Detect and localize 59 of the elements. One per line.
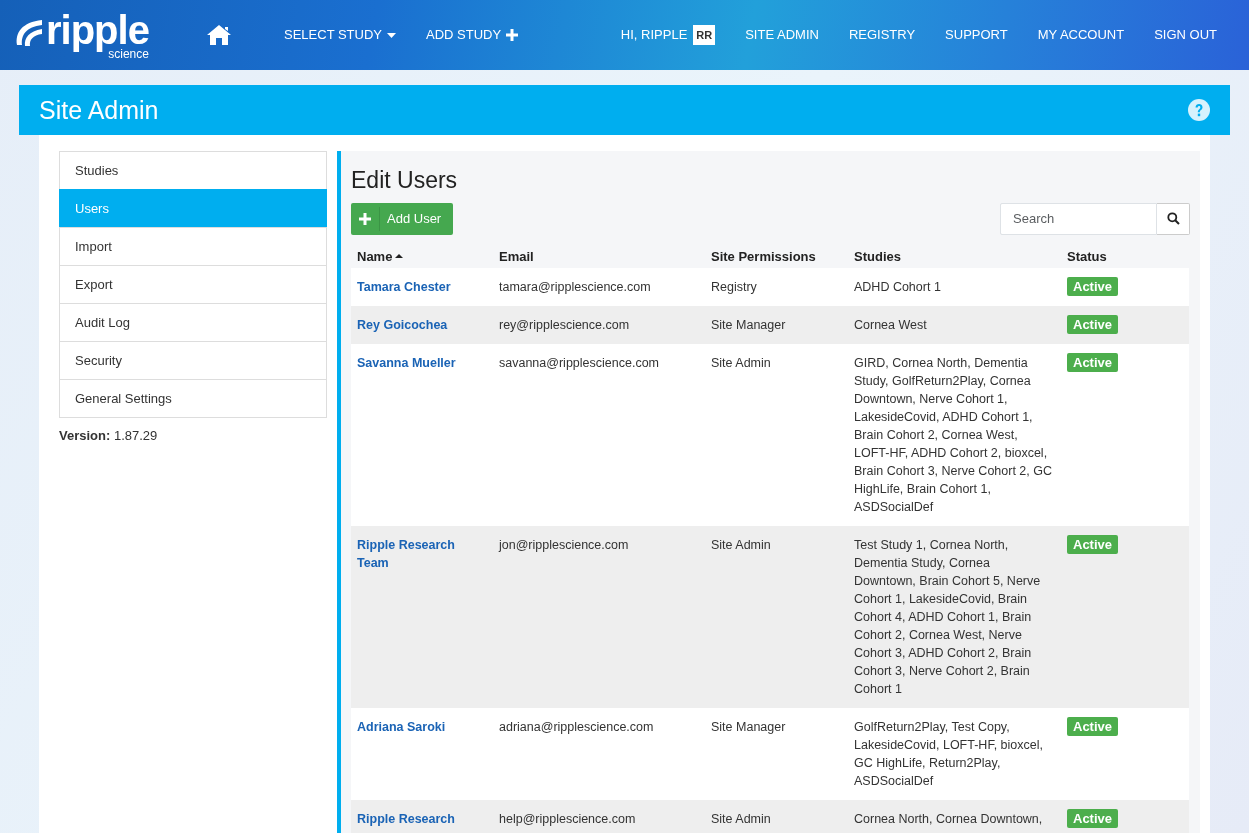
column-header: Status xyxy=(1067,247,1107,266)
email-cell: help@ripplescience.com xyxy=(499,812,636,827)
permission-cell: Registry xyxy=(711,280,757,295)
permission-cell: Site Admin xyxy=(711,356,771,371)
greeting-text: HI, RIPPLE xyxy=(620,26,688,45)
column-header: Studies xyxy=(854,247,901,266)
column-header: Email xyxy=(499,247,534,266)
nav-link[interactable]: ADD STUDY xyxy=(426,25,519,45)
studies-cell: GIRD, Cornea North, Dementia Study, GolfReturn2Play, Cornea Downtown, Nerve Cohort 1, LakesideCovid, ADHD Cohort 1, Brain Cohort 2, Cornea West, LOFT-HF, ADHD Cohort 2, bioxcel, Brain Cohort 3, Nerve Cohort 2, GC HighLife, Brain Cohort 1, ASDSocialDef xyxy=(854,356,1052,515)
permission-cell: Site Admin xyxy=(711,812,771,827)
sidebar-item[interactable]: Audit Log xyxy=(59,303,327,342)
studies-cell: GolfReturn2Play, Test Copy, LakesideCovid, LOFT-HF, bioxcel, GC HighLife, Return2Play, ASDSocialDef xyxy=(854,720,1043,789)
status-label: Active xyxy=(1067,353,1119,373)
sidebar-item[interactable]: General Settings xyxy=(59,379,327,418)
permission-cell: Site Manager xyxy=(711,720,786,735)
user-name-link[interactable]: Adriana Saroki xyxy=(357,718,487,737)
email-cell: jon@ripplescience.com xyxy=(499,538,629,553)
user-name-link[interactable]: Savanna Mueller xyxy=(357,354,487,373)
search-button[interactable] xyxy=(1157,202,1190,235)
email-cell: adriana@ripplescience.com xyxy=(499,720,654,735)
permission-cell: Site Admin xyxy=(711,538,771,553)
sidebar-item[interactable]: Import xyxy=(59,227,327,266)
status-label: Active xyxy=(1067,535,1119,555)
column-header[interactable]: Name xyxy=(357,246,404,267)
sidebar-item[interactable]: Security xyxy=(59,341,327,380)
section-title: Edit Users xyxy=(351,167,459,195)
studies-cell: Cornea North, Cornea Downtown, xyxy=(854,812,1043,827)
search-field[interactable]: Search xyxy=(1000,202,1158,235)
status-label: Active xyxy=(1067,315,1119,335)
sidebar-item[interactable]: Export xyxy=(59,265,327,304)
nav-link[interactable]: SIGN OUT xyxy=(1154,25,1217,45)
nav-link[interactable]: SUPPORT xyxy=(945,25,1008,45)
sidebar-item[interactable]: Studies xyxy=(59,151,327,190)
nav-link[interactable]: MY ACCOUNT xyxy=(1037,25,1125,45)
plus-icon xyxy=(359,212,371,225)
logo-wordmark: ripple xyxy=(46,10,149,50)
studies-cell: Cornea West xyxy=(854,318,927,333)
nav-link[interactable]: SITE ADMIN xyxy=(745,25,819,45)
email-cell: rey@ripplescience.com xyxy=(499,318,630,333)
status-label: Active xyxy=(1067,277,1119,297)
plus-icon xyxy=(506,29,519,41)
nav-link[interactable]: REGISTRY xyxy=(848,25,916,45)
caret-icon xyxy=(387,32,396,38)
studies-cell: Test Study 1, Cornea North, Dementia Study, Cornea Downtown, Brain Cohort 5, Nerve Cohort 1, LakesideCovid, Brain Cohort 4, ADHD Cohort 1, Brain Cohort 2, Cornea West, Nerve Cohort 3, ADHD Cohort 2, Brain Cohort 3, Nerve Cohort 2, Brain Cohort 1 xyxy=(854,538,1041,697)
status-label: Active xyxy=(1067,809,1119,829)
page-title: Site Admin xyxy=(39,95,159,125)
add-user-button[interactable]: Add User xyxy=(351,202,454,235)
studies-cell: ADHD Cohort 1 xyxy=(854,280,941,295)
status-label: Active xyxy=(1067,717,1119,737)
permission-cell: Site Manager xyxy=(711,318,786,333)
email-cell: savanna@ripplescience.com xyxy=(499,356,659,371)
user-avatar: RR xyxy=(693,24,716,46)
column-header: Site Permissions xyxy=(711,247,816,266)
home-icon[interactable] xyxy=(206,24,232,46)
nav-link[interactable]: SELECT STUDY xyxy=(284,25,396,45)
user-name-link[interactable]: Ripple Research Team xyxy=(357,536,487,573)
email-cell: tamara@ripplescience.com xyxy=(499,280,651,295)
version-text: Version: 1.87.29 xyxy=(59,428,158,443)
search-icon xyxy=(1166,212,1180,226)
